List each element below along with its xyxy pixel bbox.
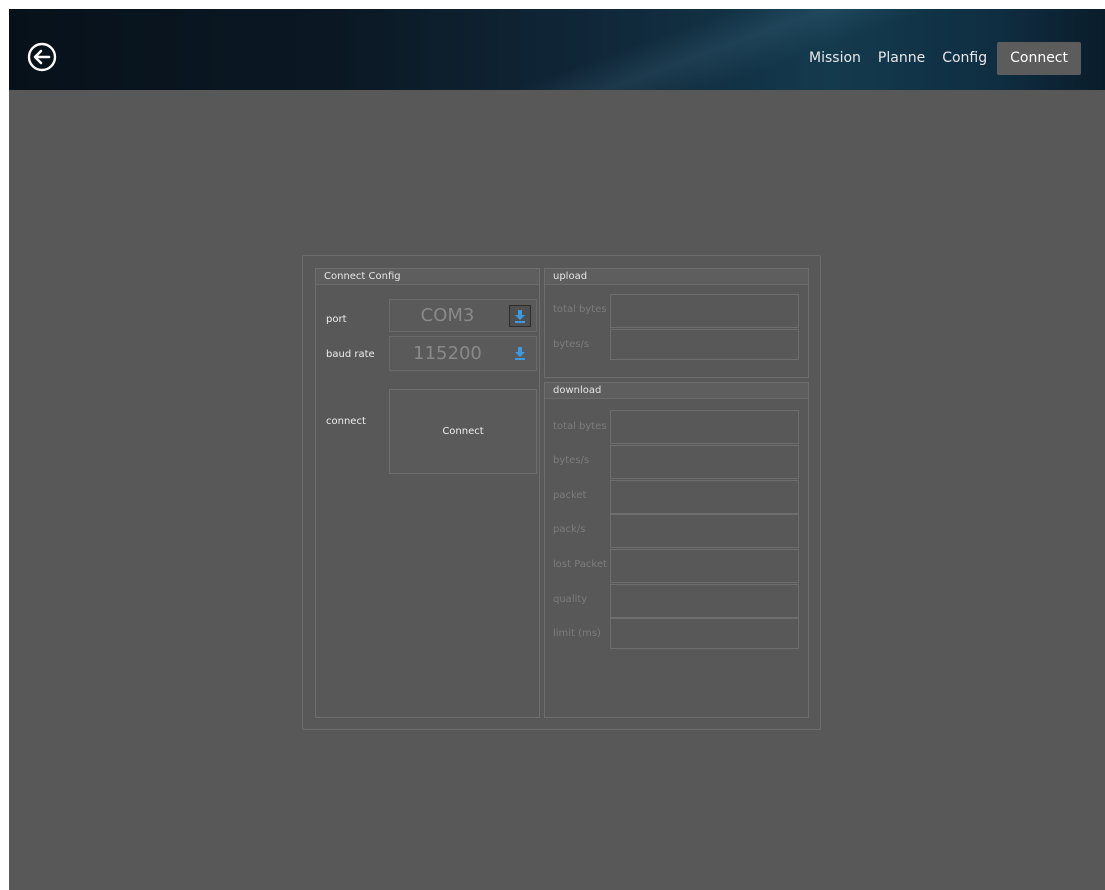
download-limit-field bbox=[610, 618, 799, 649]
upload-bytes-per-sec-label: bytes/s bbox=[553, 339, 590, 350]
download-pack-per-sec-field bbox=[610, 514, 799, 548]
download-bytes-per-sec-field bbox=[610, 445, 799, 479]
upload-bytes-per-sec-field bbox=[610, 329, 799, 360]
connection-panel: Connect Config port COM3 baud rate 11520… bbox=[302, 255, 821, 730]
app-window: Mission Planne Config Connect Connect Co… bbox=[9, 9, 1105, 890]
download-pack-per-sec-label: pack/s bbox=[553, 524, 586, 535]
tab-connect[interactable]: Connect bbox=[997, 42, 1081, 75]
baud-rate-select[interactable]: 115200 bbox=[389, 336, 537, 371]
back-arrow-circle-icon[interactable] bbox=[27, 42, 57, 72]
baud-download-button[interactable] bbox=[509, 342, 531, 364]
main-nav: Mission Planne Config Connect bbox=[799, 42, 1081, 75]
top-bar: Mission Planne Config Connect bbox=[9, 9, 1105, 90]
tab-config[interactable]: Config bbox=[935, 42, 994, 75]
connect-button[interactable]: Connect bbox=[389, 389, 537, 474]
port-select[interactable]: COM3 bbox=[389, 299, 537, 332]
baud-rate-value: 115200 bbox=[413, 343, 482, 364]
download-arrow-icon bbox=[515, 347, 525, 360]
download-arrow-icon bbox=[515, 310, 525, 323]
port-label: port bbox=[326, 314, 347, 325]
connect-button-label: Connect bbox=[442, 426, 484, 437]
download-group: download total bytes bytes/s packet pack… bbox=[544, 382, 809, 718]
download-quality-label: quality bbox=[553, 594, 588, 605]
port-download-button[interactable] bbox=[509, 305, 531, 327]
download-lost-packet-field bbox=[610, 549, 799, 583]
download-title: download bbox=[545, 383, 808, 399]
tab-mission[interactable]: Mission bbox=[802, 42, 868, 75]
upload-title: upload bbox=[545, 269, 808, 285]
connect-label: connect bbox=[326, 416, 366, 427]
download-quality-field bbox=[610, 584, 799, 618]
download-total-bytes-field bbox=[610, 410, 799, 444]
download-total-bytes-label: total bytes bbox=[553, 421, 607, 432]
download-lost-packet-label: lost Packet bbox=[553, 559, 607, 570]
download-bytes-per-sec-label: bytes/s bbox=[553, 455, 590, 466]
port-value: COM3 bbox=[420, 305, 475, 326]
download-packet-label: packet bbox=[553, 490, 587, 501]
connect-config-group: Connect Config port COM3 baud rate 11520… bbox=[315, 268, 540, 718]
upload-total-bytes-label: total bytes bbox=[553, 304, 607, 315]
baud-rate-label: baud rate bbox=[326, 349, 375, 360]
download-packet-field bbox=[610, 480, 799, 514]
download-limit-label: limit (ms) bbox=[553, 628, 601, 639]
upload-group: upload total bytes bytes/s bbox=[544, 268, 809, 378]
connect-config-title: Connect Config bbox=[316, 269, 539, 285]
upload-total-bytes-field bbox=[610, 294, 799, 328]
tab-planne[interactable]: Planne bbox=[871, 42, 932, 75]
